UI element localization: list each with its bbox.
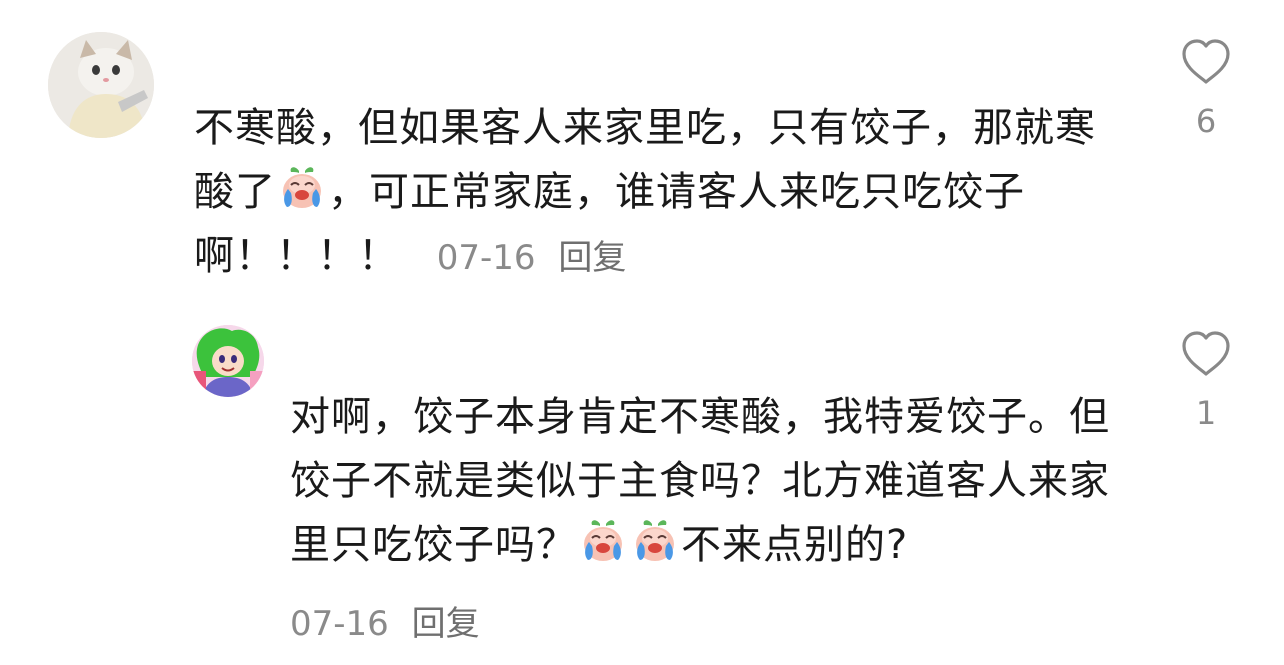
- cat-avatar[interactable]: [48, 32, 154, 138]
- anime-avatar[interactable]: [192, 325, 264, 397]
- like-count: 1: [1195, 394, 1217, 432]
- comment-meta: 07-16 回复: [437, 226, 639, 290]
- comment-reply-item: 对啊，饺子本身肯定不寒酸，我特爱饺子。但饺子不就是类似于主食吗？北方难道客人来家…: [0, 300, 1284, 665]
- reply-button[interactable]: 回复: [558, 238, 626, 278]
- crying-peach-emoji-icon: [630, 516, 680, 566]
- comment-item: 不寒酸，但如果客人来家里吃，只有饺子，那就寒酸了 ，可正常家庭，谁请客人来吃只吃饺…: [0, 0, 1284, 300]
- like-button[interactable]: 1: [1178, 330, 1234, 432]
- comment-text: 不来点别的?: [681, 522, 909, 568]
- heart-icon: [1180, 330, 1232, 378]
- comment-body: 不寒酸，但如果客人来家里吃，只有饺子，那就寒酸了 ，可正常家庭，谁请客人来吃只吃饺…: [194, 96, 1134, 290]
- comment-meta: 07-16 回复: [290, 596, 492, 645]
- crying-peach-emoji-icon: [578, 516, 628, 566]
- reply-button[interactable]: 回复: [412, 604, 480, 644]
- crying-peach-emoji-icon: [277, 163, 327, 213]
- comment-date: 07-16: [290, 604, 389, 644]
- like-count: 6: [1195, 102, 1217, 140]
- heart-icon: [1180, 38, 1232, 86]
- comment-date: 07-16: [436, 238, 536, 278]
- like-button[interactable]: 6: [1178, 38, 1234, 140]
- comment-body: 对啊，饺子本身肯定不寒酸，我特爱饺子。但饺子不就是类似于主食吗？北方难道客人来家…: [290, 385, 1130, 577]
